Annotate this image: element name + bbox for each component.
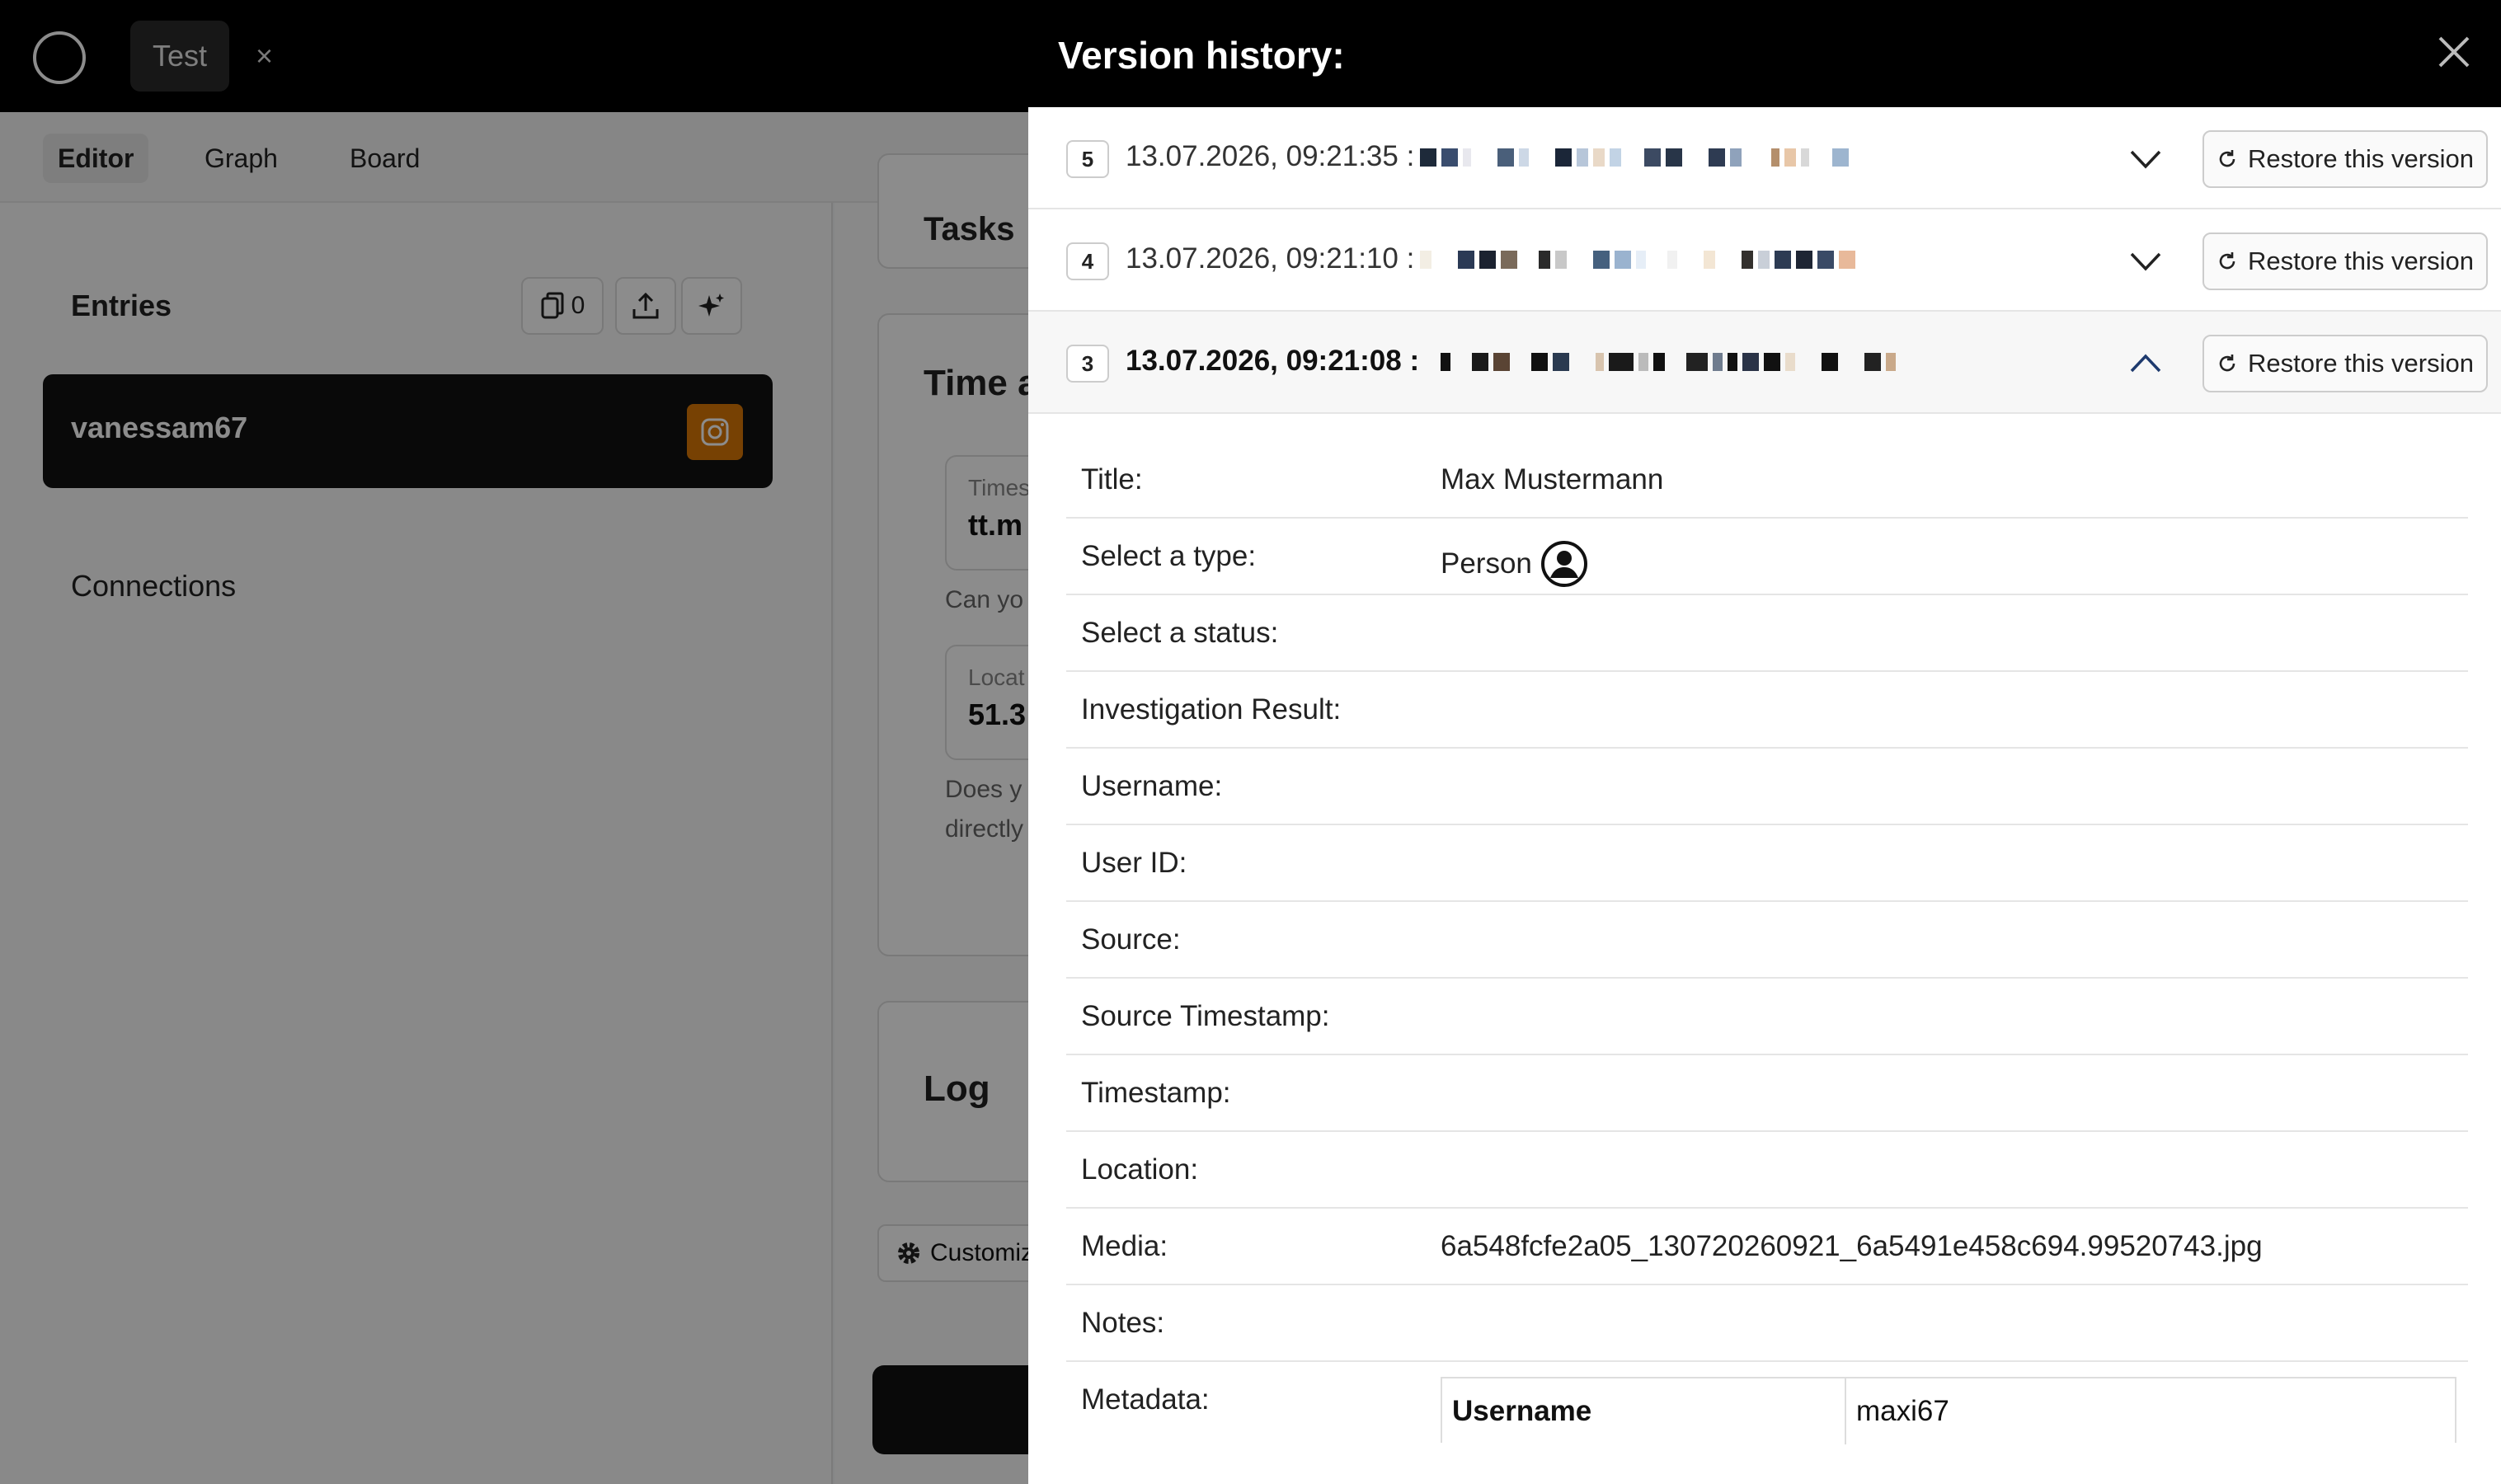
- version-row-5[interactable]: 5 13.07.2026, 09:21:35 : Restore this ve…: [1028, 107, 2501, 209]
- detail-media: Media: 6a548fcfe2a05_130720260921_6a5491…: [1066, 1209, 2468, 1285]
- detail-userid: User ID:: [1066, 825, 2468, 902]
- version-number: 3: [1066, 345, 1109, 383]
- drawer-title: Version history:: [1058, 34, 1345, 77]
- restore-icon: [2219, 355, 2235, 372]
- restore-icon: [2219, 252, 2235, 270]
- detail-investigation: Investigation Result:: [1066, 672, 2468, 749]
- detail-label: Metadata:: [1081, 1383, 1210, 1416]
- close-icon[interactable]: [2433, 31, 2475, 73]
- detail-label: Username:: [1081, 770, 1223, 802]
- version-number: 5: [1066, 140, 1109, 178]
- detail-title: Title: Max Mustermann: [1066, 442, 2468, 519]
- detail-label: Investigation Result:: [1081, 693, 1342, 726]
- chevron-down-icon[interactable]: [2125, 139, 2166, 180]
- detail-notes: Notes:: [1066, 1285, 2468, 1362]
- detail-label: Select a type:: [1081, 540, 1257, 572]
- restore-label: Restore this version: [2248, 349, 2474, 378]
- version-date: 13.07.2026, 09:21:10 :: [1126, 242, 1415, 275]
- detail-label: Timestamp:: [1081, 1077, 1231, 1109]
- metadata-value: maxi67: [1856, 1395, 1949, 1427]
- version-row-3[interactable]: 3 13.07.2026, 09:21:08 : Restore this ve…: [1028, 312, 2501, 414]
- detail-location: Location:: [1066, 1132, 2468, 1209]
- detail-source: Source:: [1066, 902, 2468, 979]
- person-icon: [1540, 541, 1587, 587]
- detail-status: Select a status:: [1066, 595, 2468, 672]
- detail-label: User ID:: [1081, 847, 1187, 879]
- restore-label: Restore this version: [2248, 247, 2474, 275]
- detail-value: Person: [1441, 540, 1588, 588]
- version-history-drawer: Version history: 5 13.07.2026, 09:21:35 …: [1028, 0, 2501, 1484]
- version-row-4[interactable]: 4 13.07.2026, 09:21:10 : Restore this ve…: [1028, 209, 2501, 312]
- drawer-header: Version history:: [1028, 0, 2501, 107]
- restore-icon: [2219, 150, 2235, 167]
- redacted-author: [1420, 145, 1849, 170]
- version-details: Title: Max Mustermann Select a type: Per…: [1066, 442, 2468, 1453]
- detail-label: Title:: [1081, 463, 1143, 495]
- version-date: 13.07.2026, 09:21:35 :: [1126, 140, 1415, 172]
- detail-username: Username:: [1066, 749, 2468, 825]
- restore-version-3-button[interactable]: Restore this version: [2202, 335, 2488, 392]
- detail-value: 6a548fcfe2a05_130720260921_6a5491e458c69…: [1441, 1230, 2263, 1262]
- detail-value: Max Mustermann: [1441, 463, 1664, 495]
- detail-label: Location:: [1081, 1153, 1199, 1186]
- metadata-table: Username maxi67: [1441, 1377, 2456, 1444]
- redacted-author: [1420, 247, 1855, 272]
- detail-label: Source Timestamp:: [1081, 1000, 1330, 1032]
- detail-source-timestamp: Source Timestamp:: [1066, 979, 2468, 1055]
- version-date: 13.07.2026, 09:21:08 :: [1126, 345, 1420, 377]
- metadata-key: Username: [1442, 1378, 1846, 1444]
- detail-label: Media:: [1081, 1230, 1168, 1262]
- detail-label: Notes:: [1081, 1307, 1165, 1339]
- detail-type: Select a type: Person: [1066, 519, 2468, 595]
- chevron-down-icon[interactable]: [2125, 241, 2166, 282]
- detail-label: Select a status:: [1081, 617, 1279, 649]
- restore-version-4-button[interactable]: Restore this version: [2202, 232, 2488, 290]
- detail-metadata: Metadata: Username maxi67: [1066, 1362, 2468, 1453]
- chevron-up-icon[interactable]: [2125, 343, 2166, 384]
- detail-timestamp: Timestamp:: [1066, 1055, 2468, 1132]
- version-number: 4: [1066, 242, 1109, 280]
- type-value: Person: [1441, 547, 1532, 580]
- detail-label: Source:: [1081, 923, 1181, 956]
- restore-version-5-button[interactable]: Restore this version: [2202, 130, 2488, 188]
- restore-label: Restore this version: [2248, 144, 2474, 173]
- redacted-author: [1441, 350, 1896, 374]
